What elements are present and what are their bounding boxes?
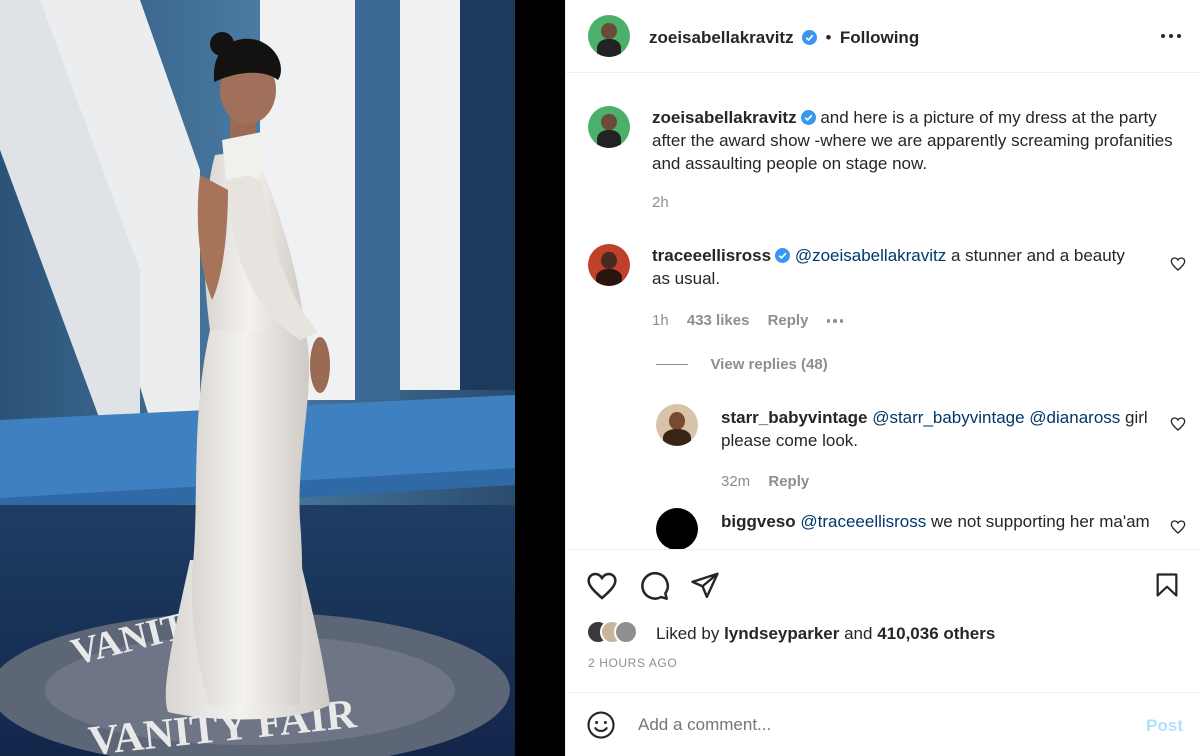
view-replies-label[interactable]: View replies (48) — [710, 356, 827, 373]
likes-summary: Liked by lyndseyparker and 410,036 other… — [656, 622, 995, 645]
caption-avatar[interactable] — [588, 106, 630, 148]
reply-time[interactable]: 32m — [721, 473, 750, 490]
add-comment-bar: Post — [566, 692, 1200, 756]
comment-username[interactable]: traceeellisross — [652, 246, 771, 265]
caption: zoeisabellakravitz and here is a picture… — [652, 106, 1177, 175]
caption-username[interactable]: zoeisabellakravitz — [652, 108, 797, 127]
post-timestamp[interactable]: 2 HOURS AGO — [588, 656, 677, 670]
likes-count[interactable]: 410,036 others — [877, 624, 995, 643]
photo-divider — [515, 0, 565, 756]
likes-user[interactable]: lyndseyparker — [724, 624, 839, 643]
reply-username[interactable]: biggveso — [721, 512, 796, 531]
reply-mention[interactable]: @starr_babyvintage @dianaross — [872, 408, 1120, 427]
emoji-icon[interactable] — [586, 710, 616, 740]
comment-more-icon[interactable] — [826, 319, 844, 323]
comment-meta: 1h 433 likes Reply — [652, 312, 844, 329]
author-username[interactable]: zoeisabellakravitz — [649, 28, 794, 47]
post-comment-button[interactable]: Post — [1146, 716, 1183, 736]
caption-time[interactable]: 2h — [652, 194, 669, 211]
commenter-avatar[interactable] — [588, 244, 630, 286]
author-avatar[interactable] — [588, 15, 630, 57]
comment-input[interactable] — [638, 711, 1108, 739]
comment: traceeellisross @zoeisabellakravitz a st… — [652, 244, 1142, 290]
post-detail-panel: zoeisabellakravitz • Following zoeisabel… — [565, 0, 1200, 756]
reply: biggveso @traceeellisross we not support… — [721, 510, 1161, 533]
more-options-icon[interactable] — [1161, 34, 1181, 38]
liker-avatar — [614, 620, 638, 644]
reply-avatar[interactable] — [656, 404, 698, 446]
reply-button[interactable]: Reply — [768, 473, 809, 490]
reply-meta: 32m Reply — [721, 473, 809, 490]
reply-like-heart-icon[interactable] — [1170, 416, 1186, 432]
bookmark-icon[interactable] — [1153, 570, 1181, 600]
post-actions: Liked by lyndseyparker and 410,036 other… — [566, 549, 1200, 692]
view-replies[interactable]: View replies (48) — [656, 356, 828, 374]
liker-avatars[interactable] — [586, 620, 646, 644]
comment-likes[interactable]: 433 likes — [687, 312, 750, 329]
header-separator: • — [825, 28, 832, 47]
view-replies-line — [656, 364, 688, 366]
comment-icon[interactable] — [638, 570, 670, 602]
verified-badge-icon — [802, 30, 818, 45]
reply-text: we not supporting her ma'am — [931, 512, 1150, 531]
reply-avatar[interactable] — [656, 508, 698, 549]
following-button[interactable]: Following — [840, 28, 919, 47]
heart-icon[interactable] — [586, 570, 618, 602]
post-photo-image: VANITY FAIR VANITY FAIR — [0, 0, 515, 756]
share-icon[interactable] — [690, 570, 720, 600]
reply-like-heart-icon[interactable] — [1170, 519, 1186, 535]
post-photo[interactable]: VANITY FAIR VANITY FAIR — [0, 0, 515, 756]
comment-like-heart-icon[interactable] — [1170, 256, 1186, 272]
reply: starr_babyvintage @starr_babyvintage @di… — [721, 406, 1161, 452]
likes-prefix: Liked by — [656, 624, 720, 643]
verified-badge-icon — [800, 110, 816, 125]
reply-username[interactable]: starr_babyvintage — [721, 408, 867, 427]
reply-mention[interactable]: @traceeellisross — [800, 512, 926, 531]
comment-time[interactable]: 1h — [652, 312, 669, 329]
reply-button[interactable]: Reply — [768, 312, 809, 329]
comment-mention[interactable]: @zoeisabellakravitz — [795, 246, 946, 265]
likes-and: and — [844, 624, 873, 643]
verified-badge-icon — [775, 248, 791, 263]
comments-section[interactable]: zoeisabellakravitz and here is a picture… — [566, 74, 1200, 549]
post-header: zoeisabellakravitz • Following — [566, 0, 1200, 73]
